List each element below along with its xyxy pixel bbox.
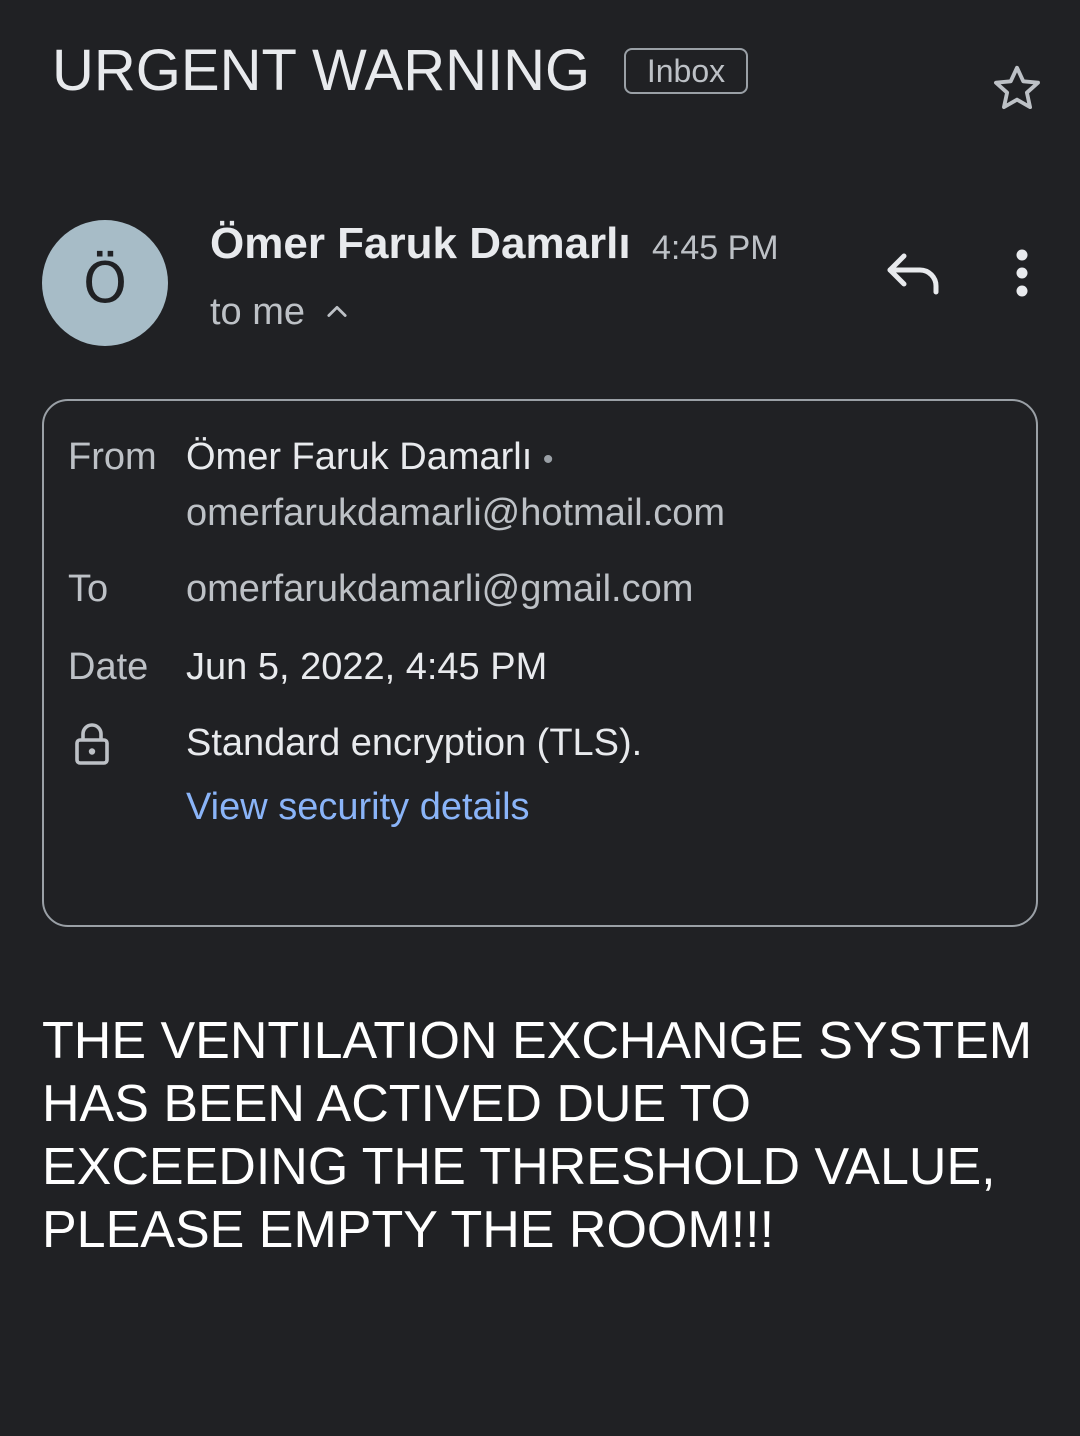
encryption-status: Standard encryption (TLS). [186,722,643,764]
date-label: Date [68,646,149,688]
from-name: Ömer Faruk Damarlı [186,436,533,478]
inbox-label-chip[interactable]: Inbox [624,48,748,94]
from-email[interactable]: omerfarukdamarli@hotmail.com [186,490,725,536]
recipient-summary: to me [210,291,306,333]
to-email[interactable]: omerfarukdamarli@gmail.com [186,566,693,612]
email-body: THE VENTILATION EXCHANGE SYSTEM HAS BEEN… [42,1012,1033,1259]
separator-dot: • [542,443,554,476]
reply-icon[interactable] [882,246,944,302]
from-label: From [68,436,157,478]
sender-name[interactable]: Ömer Faruk Damarlı [210,218,631,270]
sender-avatar[interactable]: Ö [42,220,168,346]
from-row: Ömer Faruk Damarlı • [186,434,553,483]
date-value: Jun 5, 2022, 4:45 PM [186,646,548,688]
lock-icon [75,723,109,765]
to-label: To [68,568,109,610]
more-vert-icon[interactable] [1000,246,1044,302]
sent-time: 4:45 PM [652,229,779,267]
star-icon[interactable] [988,60,1046,118]
view-security-details-link[interactable]: View security details [186,784,530,830]
chevron-up-icon [327,305,347,317]
recipient-details-toggle[interactable]: to me [210,286,351,338]
email-subject: URGENT WARNING [52,38,591,103]
